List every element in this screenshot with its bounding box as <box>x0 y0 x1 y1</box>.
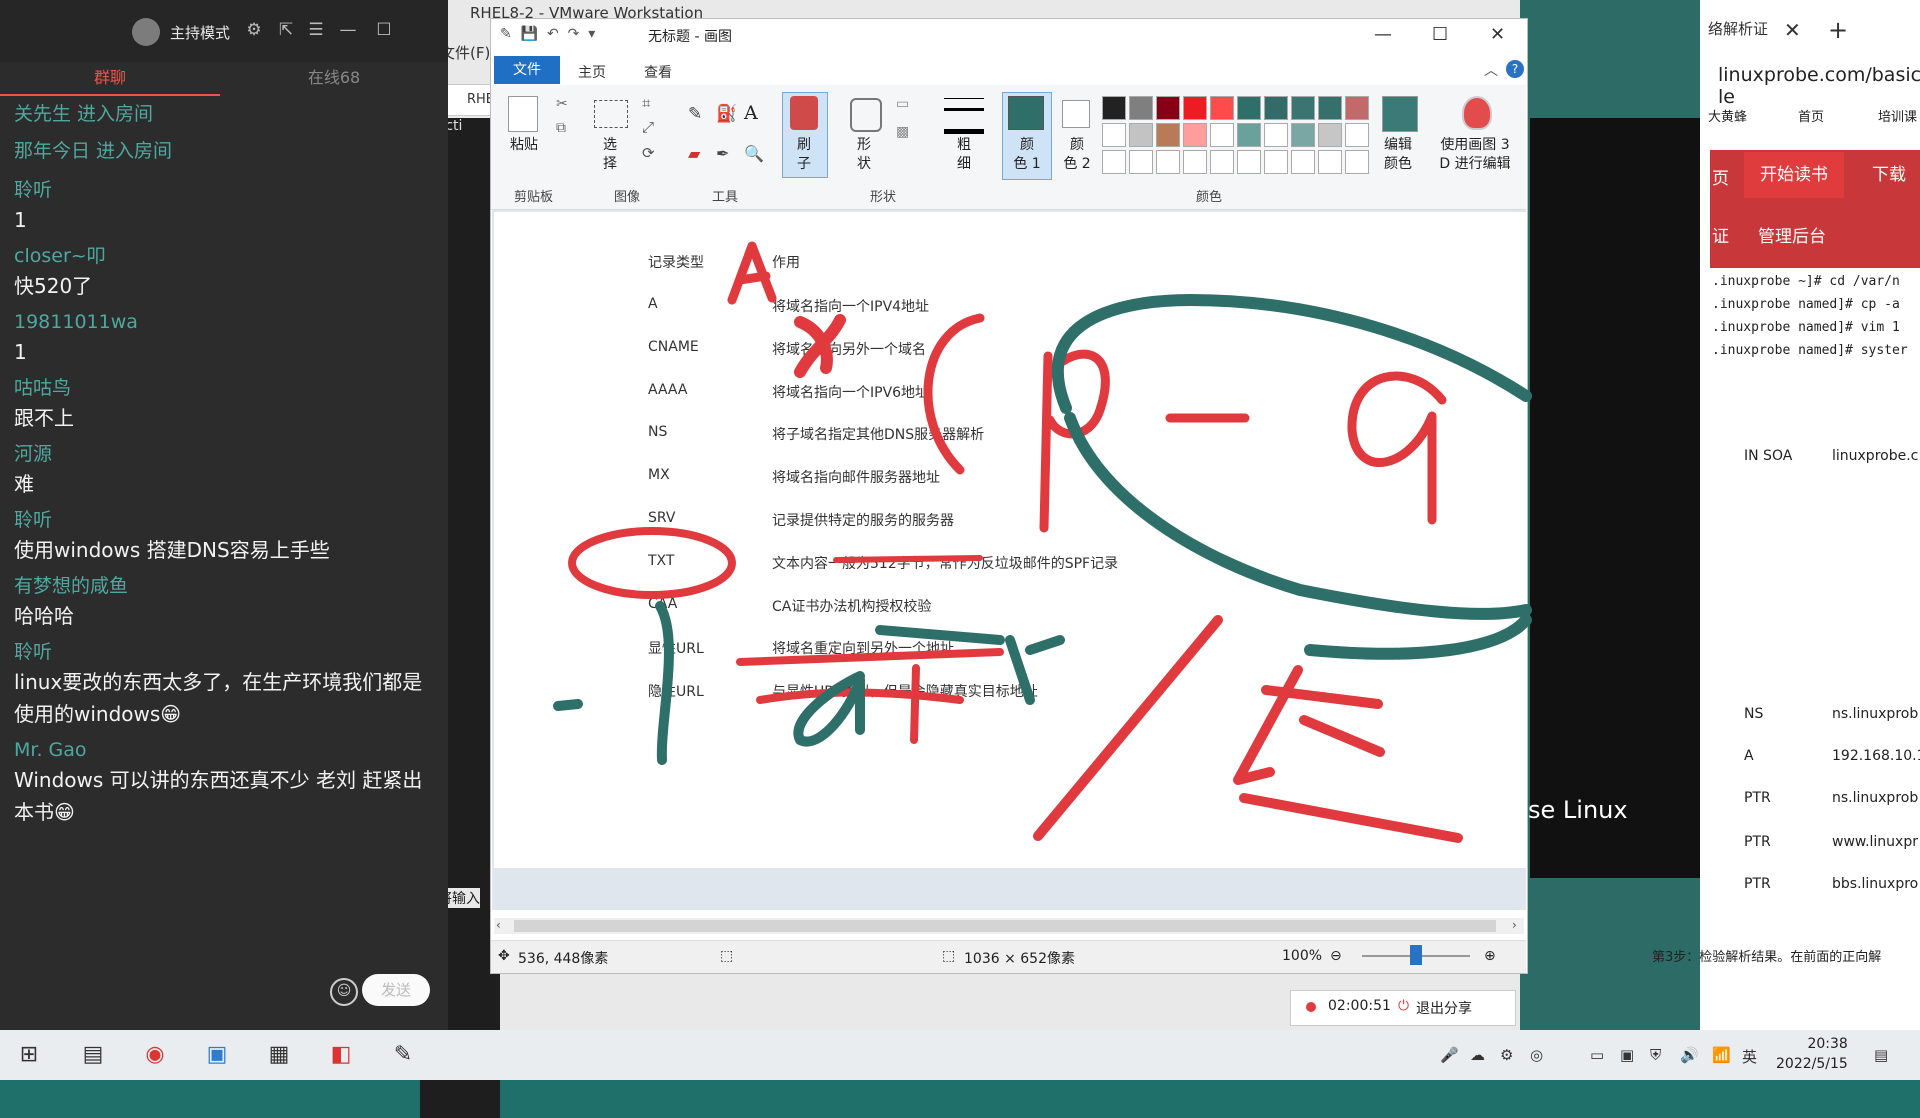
clock-time: 20:38 <box>1807 1036 1848 1052</box>
palette-swatch[interactable] <box>1345 150 1369 174</box>
red-stroke-fan <box>1233 665 1463 843</box>
palette-swatch[interactable] <box>1318 96 1342 120</box>
power-icon[interactable]: ⏻ <box>1398 998 1409 1014</box>
teal-stroke-word <box>793 625 1065 747</box>
app-c-icon[interactable]: ◧ <box>326 1040 356 1070</box>
palette-swatch[interactable] <box>1102 150 1126 174</box>
scroll-right-icon[interactable]: › <box>1512 918 1517 932</box>
image-size: 1036 × 652像素 <box>964 951 1075 967</box>
palette-swatch[interactable] <box>1264 96 1288 120</box>
tray-icon[interactable]: ▣ <box>1620 1046 1634 1064</box>
palette-swatch[interactable] <box>1102 123 1126 147</box>
palette-swatch[interactable] <box>1210 123 1234 147</box>
mic-icon[interactable]: 🎤 <box>1440 1046 1459 1064</box>
palette-swatch[interactable] <box>1183 96 1207 120</box>
palette-swatch[interactable] <box>1210 150 1234 174</box>
palette-swatch[interactable] <box>1129 123 1153 147</box>
palette-swatch[interactable] <box>1156 96 1180 120</box>
palette-swatch[interactable] <box>1264 123 1288 147</box>
palette-swatch[interactable] <box>1345 96 1369 120</box>
palette-swatch[interactable] <box>1183 150 1207 174</box>
red-stroke-x <box>794 314 846 378</box>
chrome-icon[interactable]: ◉ <box>140 1040 170 1070</box>
scroll-thumb[interactable] <box>514 920 1496 932</box>
teal-stroke-arc <box>1051 294 1532 414</box>
clock[interactable]: 20:38 2022/5/15 <box>1776 1034 1848 1074</box>
red-stroke-a <box>727 241 777 305</box>
teal-stroke-loop <box>1064 412 1532 620</box>
tray-icon[interactable]: ☁ <box>1470 1046 1485 1064</box>
red-circle-txt <box>568 527 736 599</box>
palette-swatch[interactable] <box>1237 96 1261 120</box>
shield-icon[interactable]: ⛨ <box>1650 1046 1661 1064</box>
scroll-left-icon[interactable]: ‹ <box>496 918 501 932</box>
tray-icon[interactable]: ⚙ <box>1500 1046 1513 1064</box>
palette-swatch[interactable] <box>1156 150 1180 174</box>
palette-swatch[interactable] <box>1318 123 1342 147</box>
palette-swatch[interactable] <box>1345 123 1369 147</box>
palette-swatch[interactable] <box>1156 123 1180 147</box>
palette-swatch[interactable] <box>1318 150 1342 174</box>
tray-icon[interactable]: ◎ <box>1530 1046 1543 1064</box>
notification-icon[interactable]: ▤ <box>1874 1046 1888 1064</box>
zoom-level: 100% <box>1282 948 1323 964</box>
teal-stroke-1 <box>553 601 674 765</box>
red-stroke-paren <box>923 313 985 475</box>
palette-swatch[interactable] <box>1237 150 1261 174</box>
terminal-icon[interactable]: ▦ <box>264 1040 294 1070</box>
exit-share-button[interactable]: 退出分享 <box>1416 998 1472 1018</box>
network-icon[interactable]: 📶 <box>1712 1046 1731 1064</box>
vmware-icon[interactable]: ▣ <box>202 1040 232 1070</box>
paint-icon[interactable]: ✎ <box>388 1040 418 1070</box>
red-stroke-vert <box>910 664 920 744</box>
zoom-slider-thumb[interactable] <box>1410 945 1422 965</box>
start-icon[interactable]: ⊞ <box>14 1040 44 1070</box>
battery-icon[interactable]: ▭ <box>1590 1046 1604 1064</box>
palette-swatch[interactable] <box>1210 96 1234 120</box>
selection-size-icon: ⬚ <box>720 948 734 964</box>
recording-icon <box>1306 1002 1316 1012</box>
red-stroke-lines <box>736 648 1004 704</box>
palette-swatch[interactable] <box>1237 123 1261 147</box>
teal-stroke-tail <box>1304 614 1532 660</box>
recording-time: 02:00:51 <box>1328 998 1391 1014</box>
red-underline <box>833 555 983 563</box>
palette-swatch[interactable] <box>1291 123 1315 147</box>
palette-swatch[interactable] <box>1291 96 1315 120</box>
zoom-out-icon[interactable]: ⊖ <box>1330 948 1342 964</box>
image-size-icon: ⬚ <box>942 948 956 964</box>
volume-icon[interactable]: 🔊 <box>1680 1046 1699 1064</box>
zoom-in-icon[interactable]: ⊕ <box>1484 948 1496 964</box>
file-explorer-icon[interactable]: ▤ <box>78 1040 108 1070</box>
cursor-position-icon: ✥ <box>498 948 510 964</box>
palette-swatch[interactable] <box>1183 123 1207 147</box>
palette-swatch[interactable] <box>1102 96 1126 120</box>
palette-swatch[interactable] <box>1291 150 1315 174</box>
clock-date: 2022/5/15 <box>1776 1056 1848 1072</box>
red-stroke-a2 <box>1347 371 1447 525</box>
cursor-position: 536, 448像素 <box>518 951 609 967</box>
palette-swatch[interactable] <box>1264 150 1288 174</box>
palette-swatch[interactable] <box>1129 96 1153 120</box>
red-stroke-slash <box>1033 615 1223 841</box>
ime-indicator[interactable]: 英 <box>1742 1046 1757 1067</box>
palette-swatch[interactable] <box>1129 150 1153 174</box>
